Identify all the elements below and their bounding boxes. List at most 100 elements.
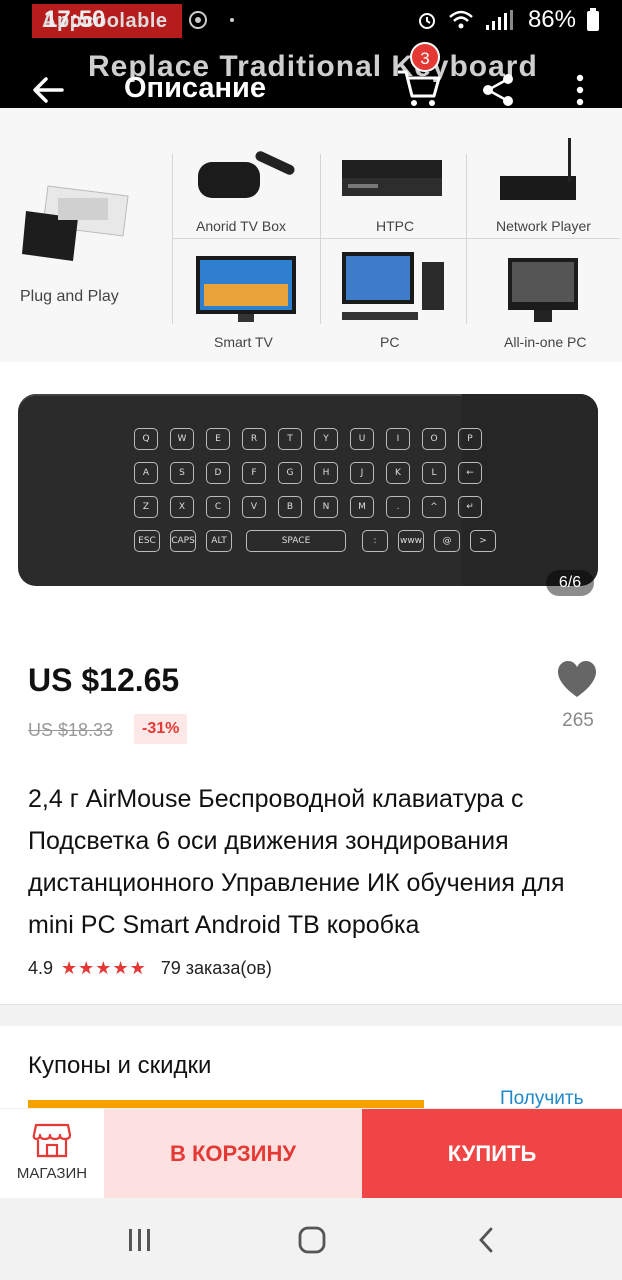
recent-apps-icon (129, 1229, 150, 1251)
remote-key: Q (134, 428, 158, 450)
coupons-section-title: Купоны и скидки (28, 1052, 212, 1079)
back-arrow-icon[interactable] (28, 70, 68, 110)
remote-key: S (170, 462, 194, 484)
remote-key: ALT (206, 530, 232, 552)
grid-divider (172, 154, 173, 324)
remote-key: F (242, 462, 266, 484)
remote-key: X (170, 496, 194, 518)
remote-key: . (386, 496, 410, 518)
grid-divider (466, 154, 467, 324)
coupon-strip[interactable] (28, 1100, 424, 1108)
remote-key: V (242, 496, 266, 518)
remote-key: @ (434, 530, 460, 552)
remote-key: K (386, 462, 410, 484)
remote-key: > (470, 530, 496, 552)
remote-key: ^ (422, 496, 446, 518)
battery-icon (587, 8, 599, 31)
remote-key: P (458, 428, 482, 450)
wishlist-count: 265 (562, 710, 594, 731)
remote-key: : (362, 530, 388, 552)
device-label: Plug and Play (20, 288, 119, 305)
notification-icons (188, 10, 242, 30)
device-label: All-in-one PC (504, 334, 587, 350)
status-right: 86% (416, 6, 600, 34)
store-icon (32, 1123, 72, 1158)
remote-key: I (386, 428, 410, 450)
device-label: Anorid TV Box (196, 218, 287, 234)
remote-key: G (278, 462, 302, 484)
discount-badge: -31% (134, 714, 188, 744)
remote-key: ↵ (458, 496, 482, 518)
original-price: US $18.33 (28, 720, 114, 740)
remote-side-panel (462, 394, 598, 586)
remote-key: O (422, 428, 446, 450)
device-label: Smart TV (214, 334, 273, 350)
back-button[interactable] (466, 1220, 506, 1260)
remote-key: N (314, 496, 338, 518)
product-title: 2,4 г AirMouse Беспроводной клавиатура с… (28, 785, 565, 939)
cart-count-badge: 3 (410, 42, 440, 72)
more-options-icon[interactable] (568, 72, 592, 108)
dot-icon (230, 18, 234, 22)
remote-key: CAPS (170, 530, 196, 552)
remote-key: ← (458, 462, 482, 484)
nav-back-icon (479, 1227, 493, 1253)
status-bar: Appcoolable 17:50 86% (0, 0, 622, 42)
orders-count: 79 заказа(ов) (160, 958, 272, 978)
status-time: 17:50 (44, 6, 106, 33)
compatible-devices-panel: Plug and Play Anorid TV Box HTPC Network… (0, 108, 622, 362)
remote-key: ESC (134, 530, 160, 552)
recent-apps-button[interactable] (120, 1220, 160, 1260)
remote-key: Z (134, 496, 158, 518)
app-bar: Replace Traditional Keyboard Описание 3 (0, 42, 622, 108)
remote-key: U (350, 428, 374, 450)
home-button[interactable] (292, 1220, 332, 1260)
battery-percent: 86% (527, 6, 576, 33)
current-price: US $12.65 (28, 662, 180, 698)
remote-key: B (278, 496, 302, 518)
remote-key: L (422, 462, 446, 484)
add-to-cart-button[interactable]: В КОРЗИНУ (104, 1109, 362, 1199)
remote-key: T (278, 428, 302, 450)
pc-image (342, 252, 444, 320)
remote-key: A (134, 462, 158, 484)
cast-icon (189, 11, 207, 29)
tv-box-image (198, 151, 295, 198)
htpc-image (342, 160, 442, 196)
remote-key: H (314, 462, 338, 484)
device-label: Network Player (496, 218, 591, 234)
get-coupon-link[interactable]: Получить (500, 1088, 584, 1110)
smart-tv-image (196, 256, 296, 322)
image-page-indicator: 6/6 (546, 570, 594, 596)
system-navigation-bar (0, 1198, 622, 1280)
device-label: PC (380, 334, 400, 350)
device-label: HTPC (376, 218, 415, 234)
signal-icon (485, 10, 513, 30)
remote-key: E (206, 428, 230, 450)
remote-key: W (170, 428, 194, 450)
home-icon (298, 1226, 326, 1254)
page-title: Описание (124, 72, 266, 104)
grid-divider (172, 238, 620, 239)
alarm-icon (418, 13, 435, 29)
section-divider (0, 1004, 622, 1026)
remote-key: SPACE (246, 530, 346, 552)
network-player-image (500, 138, 576, 200)
remote-key: www (398, 530, 424, 552)
rating-row[interactable]: 4.9 ★★★★★ 79 заказа(ов) (28, 958, 272, 979)
product-image-gallery[interactable]: Plug and Play Anorid TV Box HTPC Network… (0, 108, 622, 608)
wifi-icon (449, 10, 473, 29)
store-label: МАГАЗИН (16, 1165, 88, 1182)
heart-icon[interactable] (556, 660, 598, 700)
remote-key: C (206, 496, 230, 518)
remote-key: Y (314, 428, 338, 450)
rating-value: 4.9 (28, 958, 54, 978)
remote-key: J (350, 462, 374, 484)
bottom-action-bar: МАГАЗИН В КОРЗИНУ КУПИТЬ (0, 1108, 622, 1199)
grid-divider (320, 154, 321, 324)
remote-key: M (350, 496, 374, 518)
store-button[interactable]: МАГАЗИН (0, 1109, 104, 1199)
buy-now-button[interactable]: КУПИТЬ (362, 1109, 622, 1199)
usb-dongle-image (22, 185, 129, 261)
share-icon[interactable] (480, 72, 516, 108)
